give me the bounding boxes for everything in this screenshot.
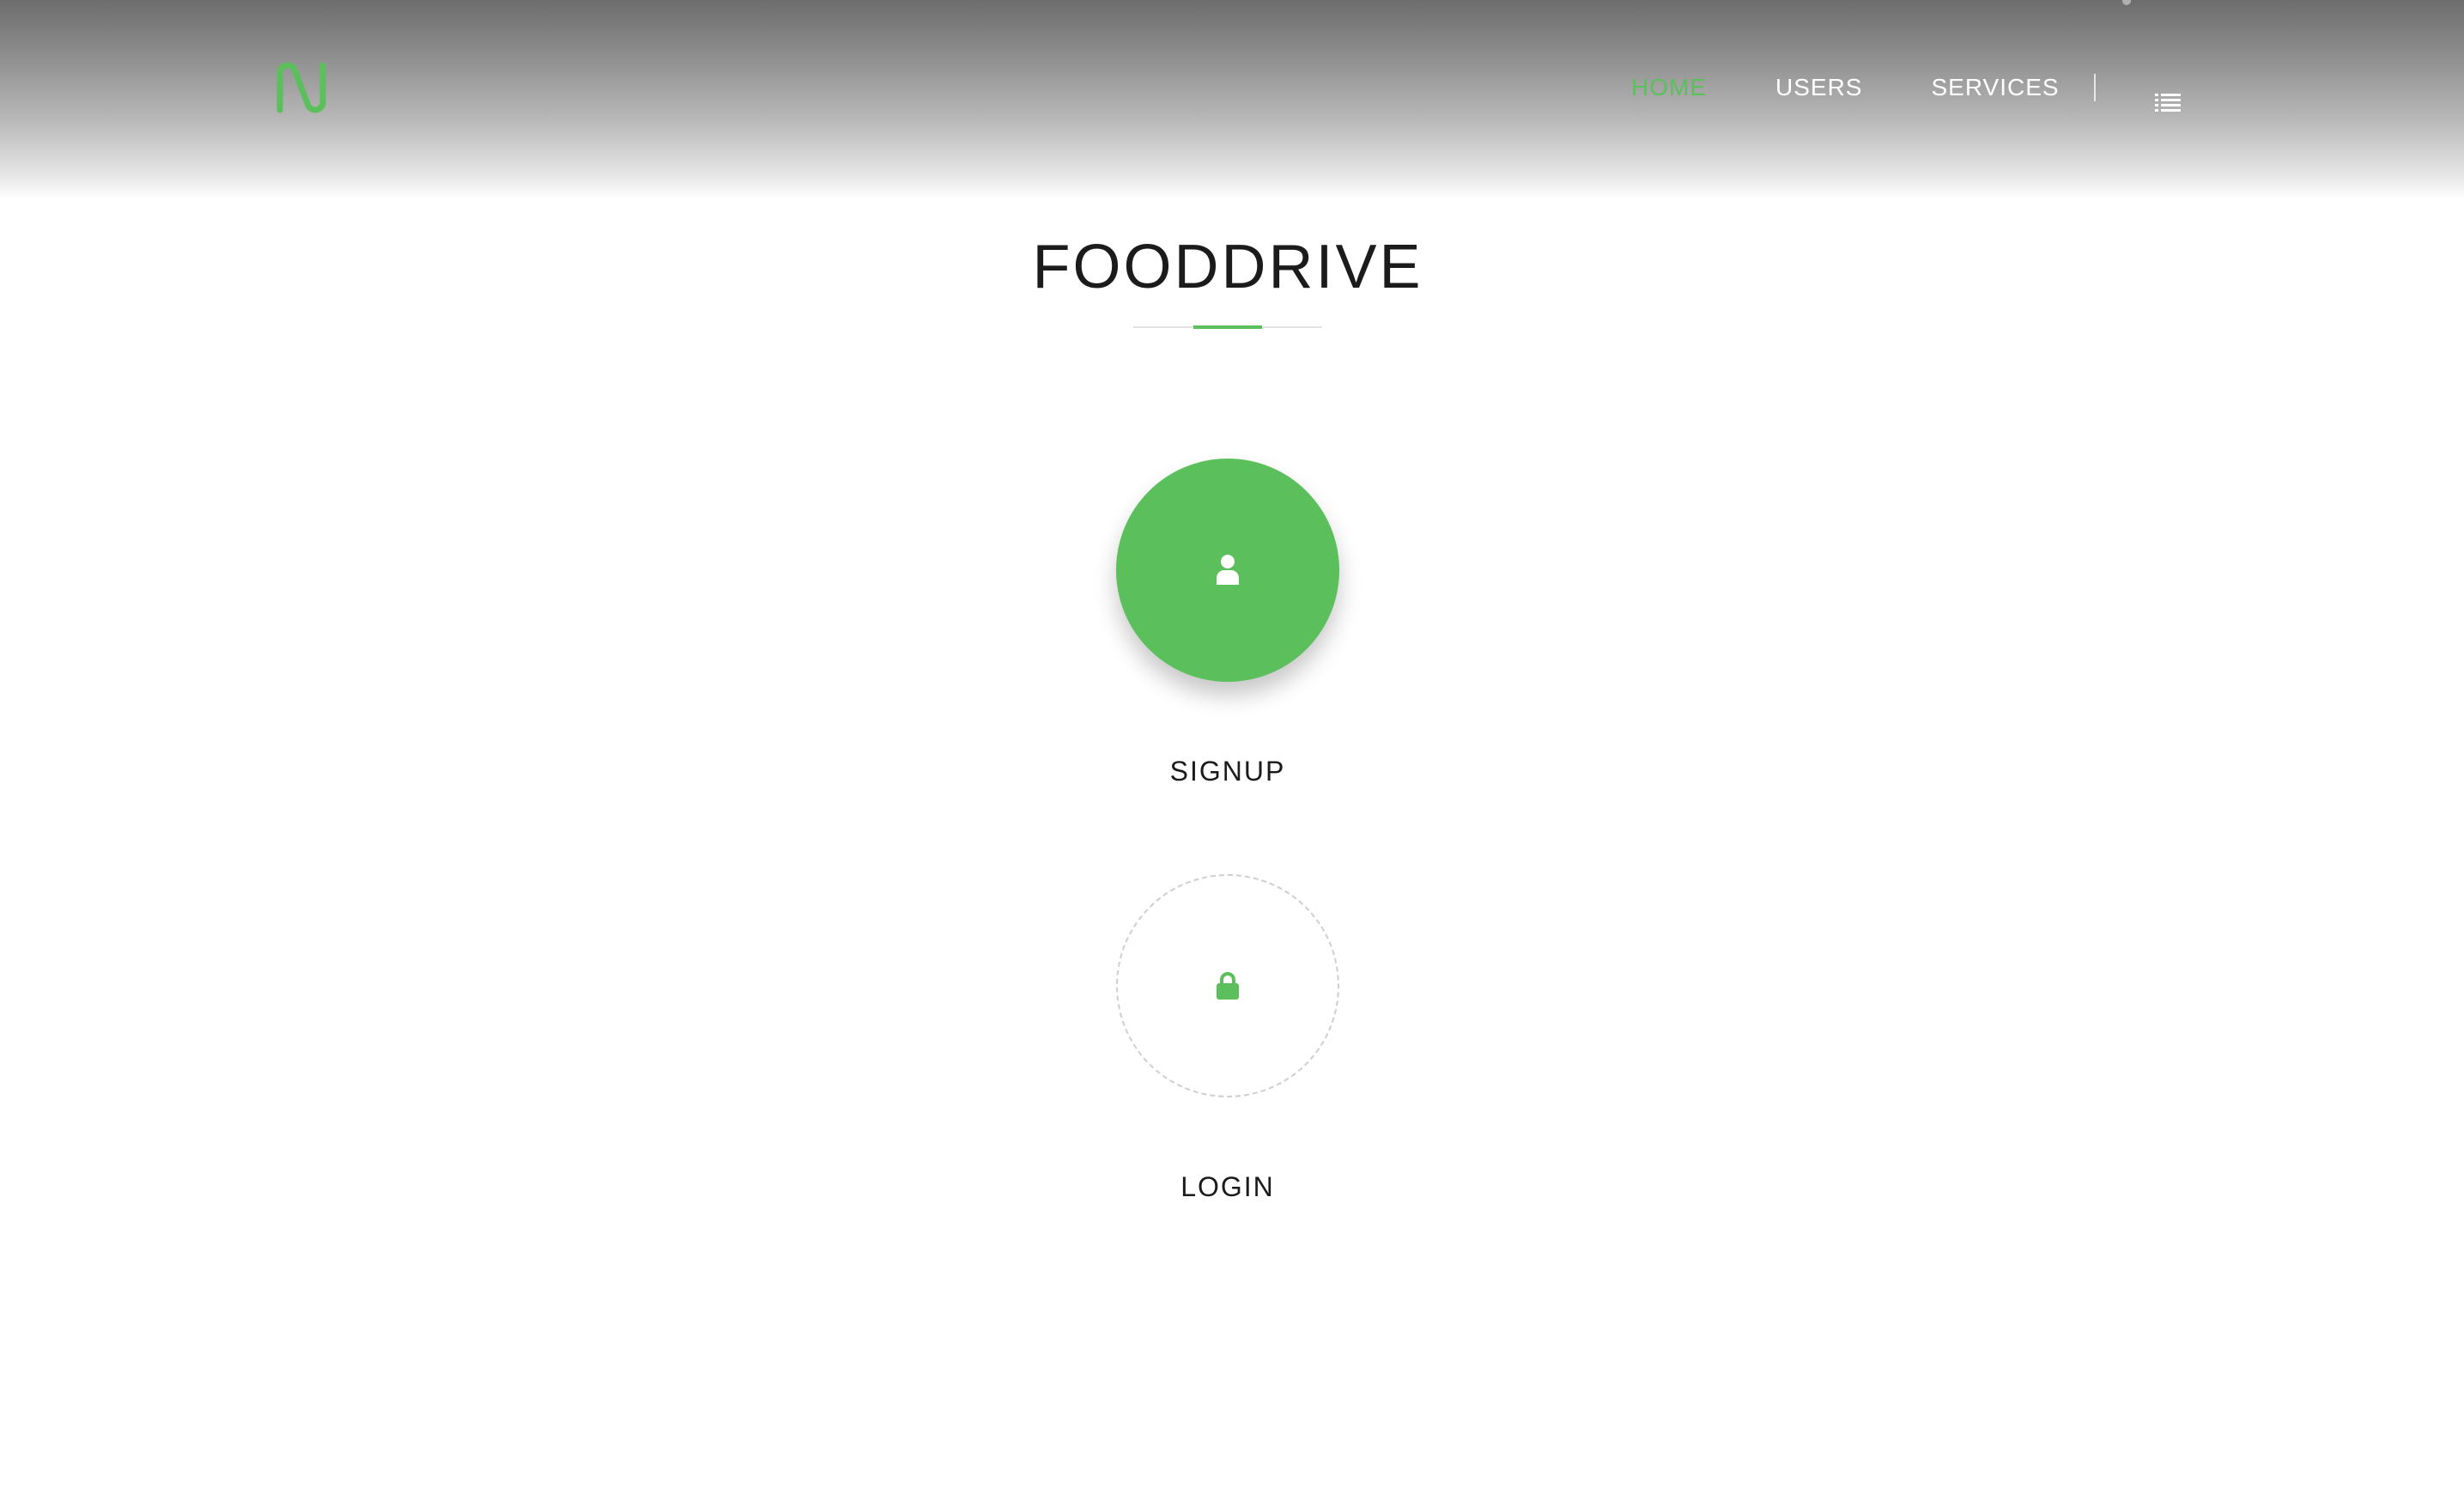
nav-item-home[interactable]: HOME	[1631, 74, 1707, 101]
nav-divider	[2093, 74, 2096, 101]
main-nav: HOME USERS SERVICES	[1631, 70, 2096, 105]
header: HOME USERS SERVICES	[0, 0, 2464, 199]
n-logo-icon[interactable]	[273, 60, 330, 115]
nav-item-users[interactable]: USERS	[1775, 74, 1862, 101]
top-indicator-dot	[2122, 0, 2131, 5]
signup-label[interactable]: SIGNUP	[0, 756, 2455, 787]
lock-icon	[1216, 971, 1240, 1000]
title-underline-accent	[1193, 325, 1262, 329]
nav-item-services[interactable]: SERVICES	[1931, 74, 2059, 101]
login-label[interactable]: LOGIN	[0, 1171, 2455, 1203]
page-title: FOODDRIVE	[1032, 233, 1423, 301]
signup-button[interactable]	[1116, 459, 1339, 682]
page: HOME USERS SERVICES FOODDRIVE SIGNUP LOG…	[0, 0, 2464, 1489]
user-icon	[1215, 554, 1241, 586]
list-menu-icon[interactable]	[2155, 93, 2181, 113]
login-button[interactable]	[1116, 874, 1339, 1097]
